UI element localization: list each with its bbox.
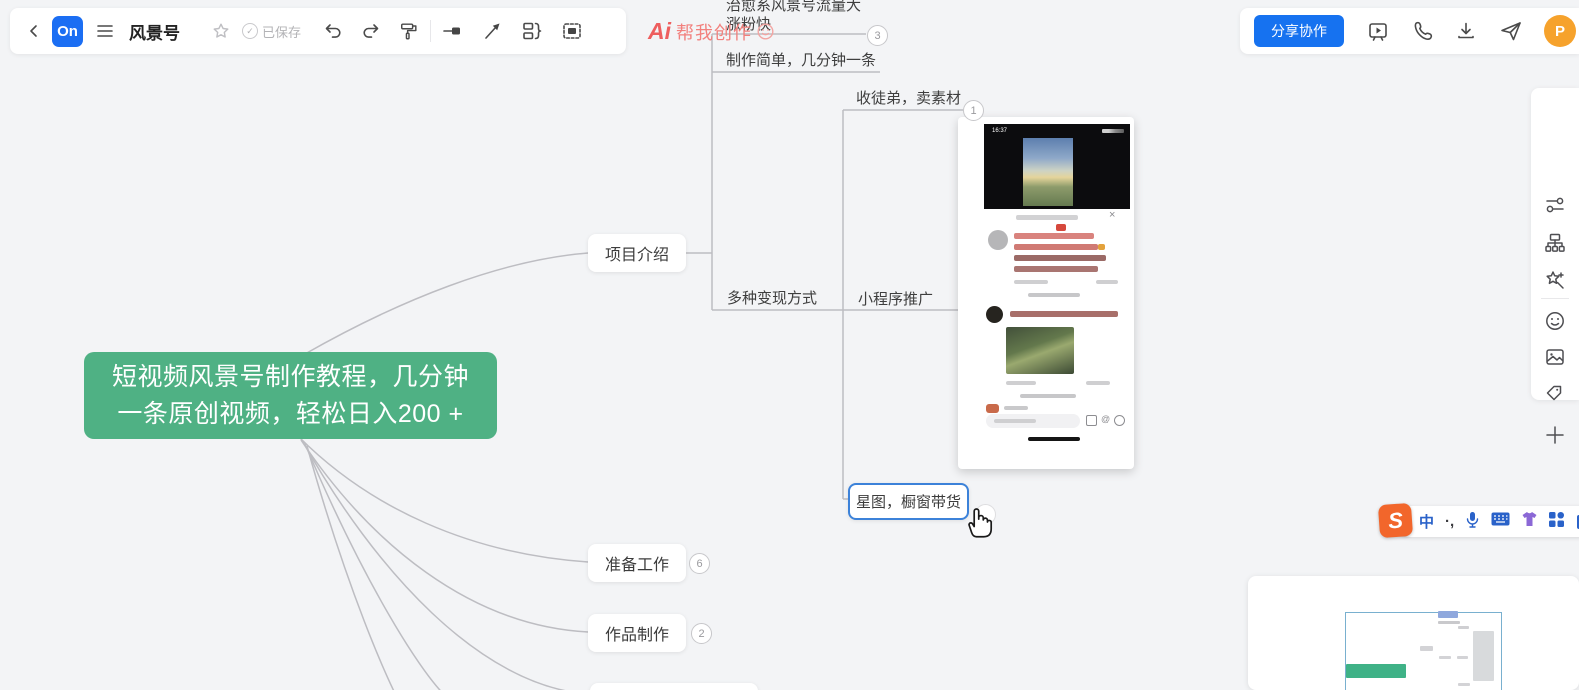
phone-comment-input bbox=[986, 414, 1080, 428]
phone-commenter3-name bbox=[1004, 406, 1028, 410]
apps-grid-icon[interactable] bbox=[1549, 511, 1565, 532]
sogou-logo[interactable]: S bbox=[1377, 502, 1414, 539]
ai-create-label: 帮我创作 bbox=[676, 22, 752, 43]
image-icon[interactable] bbox=[1544, 346, 1566, 368]
tag-icon[interactable] bbox=[1544, 383, 1566, 405]
phone-video-area: 16:37 bbox=[984, 124, 1130, 209]
node-partial-bottom[interactable] bbox=[590, 683, 758, 690]
phone-comment2-avatar bbox=[986, 306, 1003, 323]
phone-photo-icon bbox=[1086, 415, 1097, 426]
minimap-panel bbox=[1248, 576, 1579, 690]
phone-emoji-icon bbox=[1114, 415, 1125, 426]
phone-status-time: 16:37 bbox=[992, 128, 1008, 134]
phone-comment1-line3 bbox=[1014, 255, 1106, 261]
skin-icon[interactable] bbox=[1521, 511, 1538, 532]
phone-comment2-likes bbox=[1086, 381, 1110, 385]
structure-layout-icon[interactable] bbox=[1544, 232, 1566, 254]
phone-comment2-meta bbox=[1006, 381, 1036, 385]
minimap-node bbox=[1457, 656, 1468, 659]
minimap-node bbox=[1438, 621, 1460, 624]
emoji-icon[interactable] bbox=[1544, 310, 1566, 332]
node-traffic-collapse-badge[interactable]: 3 bbox=[867, 25, 888, 46]
phone-home-indicator bbox=[1028, 437, 1080, 441]
ai-smiley-icon bbox=[757, 23, 774, 40]
attached-phone-screenshot[interactable]: 16:37 × @ bbox=[958, 117, 1134, 469]
phone-comment1-avatar bbox=[988, 230, 1008, 250]
node-preparation-label: 准备工作 bbox=[604, 557, 669, 574]
magic-style-icon[interactable] bbox=[1544, 269, 1566, 291]
node-project-intro-label: 项目介绍 bbox=[604, 247, 669, 264]
ai-create-entry[interactable]: Ai 帮我创作 bbox=[648, 18, 774, 45]
minimap-root-node bbox=[1346, 664, 1406, 678]
phone-comment1-meta bbox=[1014, 280, 1048, 284]
phone-at-icon: @ bbox=[1101, 414, 1111, 424]
node-apprentice-collapse-badge[interactable]: 1 bbox=[963, 100, 984, 121]
phone-comment1-line4 bbox=[1014, 266, 1098, 272]
node-production-label: 作品制作 bbox=[604, 627, 669, 644]
node-production[interactable]: 作品制作 bbox=[588, 614, 686, 652]
sidebar-divider bbox=[1541, 298, 1569, 299]
phone-comment1-emoji bbox=[1098, 244, 1105, 250]
node-production-collapse-badge[interactable]: 2 bbox=[691, 623, 712, 644]
minimap-selected-node bbox=[1438, 611, 1458, 618]
punctuation-icon[interactable]: ·, bbox=[1445, 513, 1454, 530]
phone-comment1-flag bbox=[1056, 224, 1066, 231]
node-apprentice[interactable]: 收徒弟，卖素材 bbox=[856, 87, 961, 108]
phone-comments-header-placeholder bbox=[1016, 215, 1078, 220]
phone-expand-replies1 bbox=[1028, 293, 1080, 297]
minimap-node bbox=[1439, 656, 1451, 659]
ai-brand: Ai bbox=[648, 18, 671, 44]
minimap-node bbox=[1458, 683, 1470, 686]
phone-status-icons bbox=[1102, 129, 1124, 133]
phone-expand-replies2 bbox=[1020, 394, 1076, 398]
node-preparation-collapse-badge[interactable]: 6 bbox=[689, 553, 710, 574]
phone-comment2-image bbox=[1006, 327, 1074, 374]
root-topic-line1: 短视频风景号制作教程，几分钟 bbox=[111, 362, 469, 391]
phone-comment1-line1 bbox=[1014, 233, 1094, 239]
app-canvas[interactable]: 短视频风景号制作教程，几分钟 一条原创视频，轻松日入200 + 项目介绍 准备工… bbox=[0, 0, 1579, 690]
node-simple-make[interactable]: 制作简单，几分钟一条 bbox=[726, 49, 876, 70]
node-starmap-selected[interactable]: 星图，橱窗带货 bbox=[848, 483, 969, 520]
root-topic-line2: 一条原创视频，轻松日入200 + bbox=[117, 399, 464, 428]
phone-comment1-line2 bbox=[1014, 244, 1098, 250]
phone-commenter3-avatar bbox=[986, 404, 999, 413]
plus-icon[interactable] bbox=[1544, 424, 1566, 446]
minimap-phone-image bbox=[1473, 631, 1494, 681]
root-topic-node[interactable]: 短视频风景号制作教程，几分钟 一条原创视频，轻松日入200 + bbox=[84, 352, 497, 439]
chinese-mode-icon[interactable]: 中 bbox=[1419, 511, 1434, 532]
voice-input-icon[interactable] bbox=[1465, 511, 1480, 533]
node-miniprogram[interactable]: 小程序推广 bbox=[858, 288, 933, 309]
adjust-sliders-icon[interactable] bbox=[1544, 194, 1566, 216]
minimap-node bbox=[1420, 646, 1433, 651]
sogou-input-bar: S 中 ·, bbox=[1377, 502, 1579, 539]
phone-comments-close[interactable]: × bbox=[1109, 209, 1115, 221]
phone-comment1-likes bbox=[1096, 280, 1118, 284]
phone-comment2-line1 bbox=[1010, 311, 1118, 317]
sidebar-right bbox=[1531, 88, 1579, 444]
node-starmap-collapse-badge[interactable] bbox=[975, 504, 996, 525]
node-preparation[interactable]: 准备工作 bbox=[588, 544, 686, 582]
phone-video-thumbnail bbox=[1023, 138, 1073, 206]
virtual-keyboard-icon[interactable] bbox=[1491, 512, 1510, 531]
node-project-intro[interactable]: 项目介绍 bbox=[588, 234, 686, 272]
minimap-node bbox=[1458, 626, 1469, 629]
node-monetize[interactable]: 多种变现方式 bbox=[727, 287, 817, 308]
